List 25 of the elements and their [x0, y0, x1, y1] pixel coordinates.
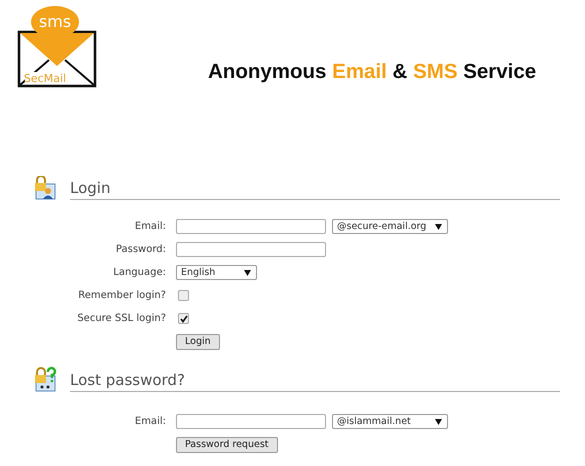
email-field[interactable]	[176, 219, 326, 234]
checkbox[interactable]	[178, 313, 189, 324]
field-label: Email:	[134, 416, 166, 427]
field-label: Remember login?	[78, 290, 166, 301]
dropdown[interactable]: @islammail.net	[332, 414, 448, 429]
submit-button[interactable]: Password request	[176, 436, 278, 452]
padlock-user-icon	[33, 174, 57, 200]
padlock-question-icon	[33, 366, 57, 392]
caret-icon	[435, 418, 442, 424]
password-field[interactable]	[176, 242, 326, 257]
submit-button[interactable]: Login	[176, 334, 220, 350]
caret-icon	[244, 270, 251, 276]
field-label: Password:	[116, 244, 166, 255]
caret-icon	[435, 224, 442, 230]
dropdown[interactable]: English	[176, 265, 257, 280]
section-heading: Lost password?	[70, 371, 560, 392]
email-field[interactable]	[176, 414, 326, 429]
section-heading: Login	[70, 179, 560, 200]
field-label: Secure SSL login?	[77, 313, 166, 324]
logo: sms SecMail	[17, 4, 97, 88]
site-title: Anonymous Email & SMS Service	[208, 60, 536, 84]
field-label: Language:	[113, 267, 166, 278]
dropdown[interactable]: @secure-email.org	[332, 219, 448, 234]
checkbox[interactable]	[178, 290, 189, 301]
field-label: Email:	[134, 221, 166, 232]
